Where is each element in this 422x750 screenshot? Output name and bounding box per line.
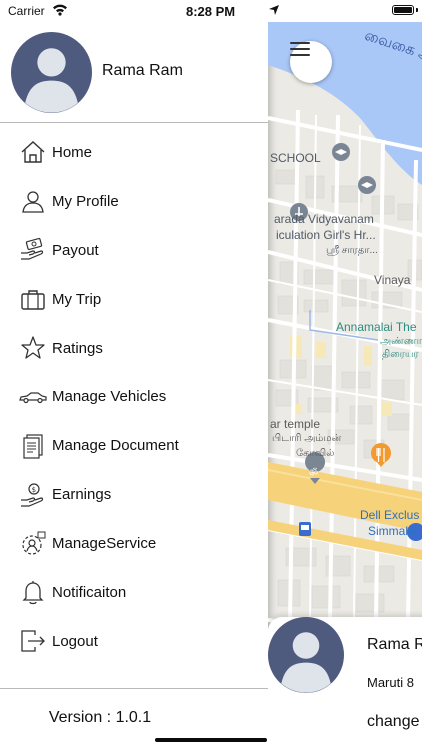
map-label-school: SCHOOL [270,151,321,165]
carrier-label: Carrier [8,4,45,18]
menu-label: Earnings [52,486,112,504]
menu-label: Payout [52,241,99,259]
college-pin[interactable] [358,176,376,194]
logout-icon [21,630,45,652]
status-time: 8:28 PM [186,4,236,19]
app-version: Version : 1.0.1 [0,709,200,727]
svg-text:$: $ [32,486,36,494]
menu-item-home[interactable]: Home [0,128,268,177]
map-label-sarada-tamil: ஸ்ரீ சாரதா... [326,245,378,256]
location-arrow-icon [269,5,279,15]
map-label-temple-tamil-2: கோவில் [296,448,335,459]
map-label-annamalai-tamil-2: திரையர [382,349,419,360]
menu-item-manage-document[interactable]: Manage Document [0,421,268,470]
restaurant-pin[interactable] [371,443,391,467]
menu-label: Manage Document [52,437,179,455]
menu-item-manage-vehicles[interactable]: Manage Vehicles [0,372,268,421]
map-label-dell: Dell Exclus [360,508,420,522]
map-label-sarada: arada Vidyavanam [274,212,374,226]
avatar [11,32,92,113]
transit-pin[interactable] [299,522,311,536]
home-icon [21,141,45,164]
bell-icon [22,581,44,605]
user-icon [22,191,44,213]
menu-label: Ratings [52,339,103,357]
menu-item-ratings[interactable]: Ratings [0,324,268,373]
drawer-menu: Home My Profile Payout My Trip Ratings M… [0,128,268,666]
document-icon [23,434,43,459]
menu-item-logout[interactable]: Logout [0,617,268,666]
header-divider [0,122,268,123]
map-label-sarada-2: iculation Girl's Hr... [276,228,376,242]
map-label-annamalai: Annamalai The [336,320,417,334]
footer-divider [0,688,268,689]
menu-label: My Trip [52,290,102,308]
map-status-bar [268,0,422,22]
menu-label: Home [52,143,93,161]
vehicle-name: Maruti 8 [367,675,414,690]
driver-info-card[interactable]: Rama R Maruti 8 change [268,617,422,750]
menu-label: My Profile [52,192,119,210]
home-indicator[interactable] [155,738,267,742]
menu-label: Manage Vehicles [52,388,167,406]
driver-name: Rama R [367,636,422,653]
map-label-vinaya: Vinaya [374,273,411,287]
menu-item-manage-service[interactable]: ManageService [0,519,268,568]
hamburger-icon [290,42,310,56]
menu-label: Notificaiton [52,583,127,601]
profile-header[interactable]: Rama Ram [0,22,268,122]
map-view[interactable]: ॐ வைகை ஆ SCHOOL arada Vidyavanam iculati… [268,0,422,750]
map-label-temple-tamil: பிடாரி அம்மன் [272,433,342,444]
menu-item-my-trip[interactable]: My Trip [0,275,268,324]
menu-item-my-profile[interactable]: My Profile [0,177,268,226]
svg-text:ॐ: ॐ [309,467,318,479]
battery-icon [392,5,414,15]
menu-item-notification[interactable]: Notificaiton [0,568,268,617]
menu-item-payout[interactable]: Payout [0,226,268,275]
menu-label: Logout [52,632,98,650]
star-icon [21,336,45,359]
version-label: Version : [48,709,112,726]
payout-icon [21,238,44,260]
driver-avatar [268,617,344,693]
car-icon [19,392,47,403]
status-bar: Carrier 8:28 PM [0,0,268,22]
hamburger-menu-button[interactable] [290,41,332,83]
map-label-annamalai-tamil: அண்ணா [380,336,422,347]
wifi-icon [53,4,67,16]
side-drawer: Carrier 8:28 PM Rama Ram Home My Profile… [0,0,268,750]
battery-tip [416,8,418,12]
change-link[interactable]: change [367,713,420,731]
menu-label: ManageService [52,535,157,553]
school-pin[interactable] [332,143,350,161]
service-icon [22,531,46,555]
menu-item-earnings[interactable]: $ Earnings [0,470,268,519]
earnings-icon: $ [21,483,44,507]
profile-name: Rama Ram [102,62,183,79]
map-label-simmakkal: Simmakk [368,524,418,538]
version-value: 1.0.1 [115,709,152,726]
map-label-temple: ar temple [270,417,321,431]
briefcase-icon [21,290,45,310]
